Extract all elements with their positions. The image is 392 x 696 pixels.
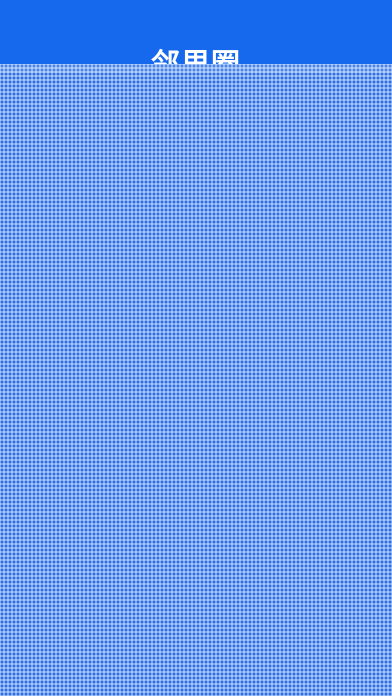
screen-overlay <box>0 64 392 696</box>
app-header: 邻里圈 <box>0 0 392 81</box>
overlay-top-edge <box>0 64 392 73</box>
